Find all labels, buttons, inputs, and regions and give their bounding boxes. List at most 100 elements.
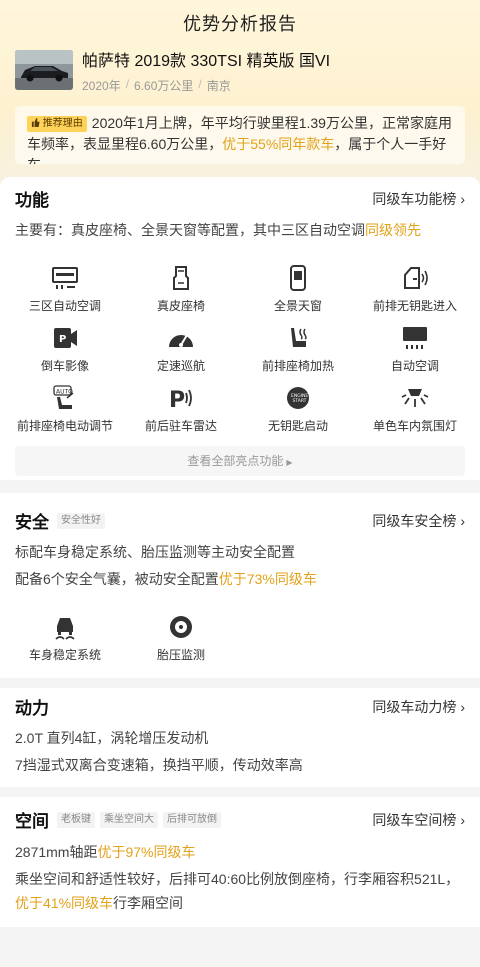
car-city: 南京 [206,79,231,93]
ac-panel-icon [52,267,78,289]
space-chip: 乘坐空间大 [100,811,158,828]
features-rank-link[interactable]: 同级车功能榜 › [372,189,465,209]
feature-label: 自动空调 [390,359,439,373]
features-summary-text: 主要有：真皮座椅、全景天窗等配置，其中三区自动空调 [15,222,365,238]
feature-item[interactable]: 真皮座椅 [122,265,240,314]
seat-auto-icon: AUTO [53,385,74,409]
feature-item[interactable]: P 倒车影像 [6,325,124,374]
car-mileage: 6.60万公里 [134,79,194,93]
sunroof-icon [290,265,306,291]
safety-label: 胎压监测 [156,648,205,662]
safety-label: 车身稳定系统 [28,648,101,662]
feature-label: 前排座椅电动调节 [16,419,113,433]
space-header: 空间 老板键 乘坐空间大 后排可放倒 同级车空间榜 › [15,807,465,832]
space-wheelbase-highlight: 优于97%同级车 [97,844,196,860]
feature-label: 真皮座椅 [156,299,205,313]
svg-text:START: START [293,398,307,404]
safety-title: 安全 [15,513,49,532]
reason-highlight: 优于55%同年款车 [222,136,335,152]
feature-item[interactable]: 定速巡航 [122,325,240,374]
meta-separator: / [198,77,202,91]
space-wheelbase: 2871mm轴距优于97%同级车 [15,840,465,864]
safety-line-active: 标配车身稳定系统、胎压监测等主动安全配置 [15,544,295,560]
space-comfort-text-end: 行李厢空间 [113,895,184,911]
space-comfort-text: 乘坐空间和舒适性较好，后排可40:60比例放倒座椅，行李厢容积521L， [15,871,460,887]
feature-label: 无钥匙启动 [267,419,328,433]
feature-item[interactable]: 前排无钥匙进入 [356,265,474,314]
car-name: 帕萨特 2019款 330TSI 精英版 国VI [82,53,331,70]
space-chip: 后排可放倒 [163,811,221,828]
safety-rank-link[interactable]: 同级车安全榜 › [372,511,465,531]
meta-separator: / [125,77,130,91]
power-rank-label: 同级车动力榜 [372,698,457,715]
chevron-right-icon: › [460,512,465,529]
tire-icon [170,616,192,638]
feature-item[interactable]: P 前后驻车雷达 [122,385,240,434]
space-rank-label: 同级车空间榜 [372,811,457,828]
space-comfort: 乘坐空间和舒适性较好，后排可40:60比例放倒座椅，行李厢容积521L， 优于41… [15,867,465,915]
svg-text:P: P [59,334,66,345]
feature-label: 单色车内氛围灯 [372,419,457,433]
page-title: 优势分析报告 [183,14,297,34]
feature-item[interactable]: AUTO 前排座椅电动调节 [6,385,124,434]
safety-line-passive: 配备6个安全气囊，被动安全配置优于73%同级车 [15,567,465,591]
safety-item[interactable]: 车身稳定系统 [6,614,124,663]
power-transmission: 7挡湿式双离合变速箱，换挡平顺，传动效率高 [15,757,303,773]
features-summary: 主要有：真皮座椅、全景天窗等配置，其中三区自动空调同级领先 [15,218,465,242]
car-year: 2020年 [82,79,121,93]
safety-item[interactable]: 胎压监测 [122,614,240,663]
power-engine: 2.0T 直列4缸，涡轮增压发动机 [15,730,209,746]
triangle-right-icon: ▶ [286,458,293,467]
safety-header: 安全 安全性好 同级车安全榜 › [15,508,465,533]
thumb-up-icon [31,118,40,127]
seat-heat-icon [291,328,307,347]
space-wheelbase-text: 2871mm轴距 [15,844,98,860]
space-comfort-highlight: 优于41%同级车 [15,895,114,911]
feature-label: 全景天窗 [273,299,322,313]
car-thumbnail [15,50,73,90]
space-chip: 老板键 [57,811,95,828]
power-rank-link[interactable]: 同级车动力榜 › [372,697,465,717]
start-button-icon: ENGINESTART [287,387,309,409]
features-rank-label: 同级车功能榜 [372,190,457,207]
view-all-features-button[interactable]: 查看全部亮点功能 ▶ [15,446,465,476]
feature-label: 倒车影像 [40,359,89,373]
feature-item[interactable]: 单色车内氛围灯 [356,385,474,434]
chevron-right-icon: › [460,698,465,715]
feature-item[interactable]: ENGINE START 无钥匙启动 [239,385,357,434]
feature-item[interactable]: 三区自动空调 [6,265,124,314]
feature-item[interactable]: 前排座椅加热 [239,325,357,374]
keyless-door-icon [404,267,428,289]
safety-chip: 安全性好 [57,512,105,529]
car-summary[interactable]: 帕萨特 2019款 330TSI 精英版 国VI 2020年 / 6.60万公里… [15,50,330,94]
safety-rank-label: 同级车安全榜 [372,512,457,529]
feature-label: 前后驻车雷达 [144,419,217,433]
feature-label: 前排无钥匙进入 [372,299,457,313]
camera-icon: P [54,328,77,348]
svg-text:P: P [169,388,185,411]
seat-icon [173,266,189,290]
features-title: 功能 [15,191,49,210]
features-header: 功能 同级车功能榜 › [15,186,465,211]
space-rank-link[interactable]: 同级车空间榜 › [372,810,465,830]
feature-item[interactable]: 全景天窗 [239,265,357,314]
recommend-reason: 推荐理由 2020年1月上牌，年平均行驶里程1.39万公里，正常家庭用车频率，表… [15,106,465,164]
recommend-tag-label: 推荐理由 [42,118,83,129]
car-meta: 2020年 / 6.60万公里 / 南京 [82,77,330,94]
cruise-gauge-icon [169,334,193,347]
esp-icon [55,618,75,640]
feature-item[interactable]: 自动空调 [356,325,474,374]
chevron-right-icon: › [460,190,465,207]
feature-label: 定速巡航 [156,359,205,373]
parking-radar-icon: P [169,388,192,411]
auto-ac-icon [403,327,427,349]
safety-passive-text: 配备6个安全气囊，被动安全配置 [15,571,219,587]
feature-label: 三区自动空调 [28,299,101,313]
power-header: 动力 同级车动力榜 › [15,694,465,719]
safety-passive-highlight: 优于73%同级车 [218,571,317,587]
chevron-right-icon: › [460,811,465,828]
features-summary-highlight: 同级领先 [365,222,421,238]
feature-label: 前排座椅加热 [261,359,334,373]
recommend-tag: 推荐理由 [27,116,87,132]
ambient-light-icon [401,389,429,407]
